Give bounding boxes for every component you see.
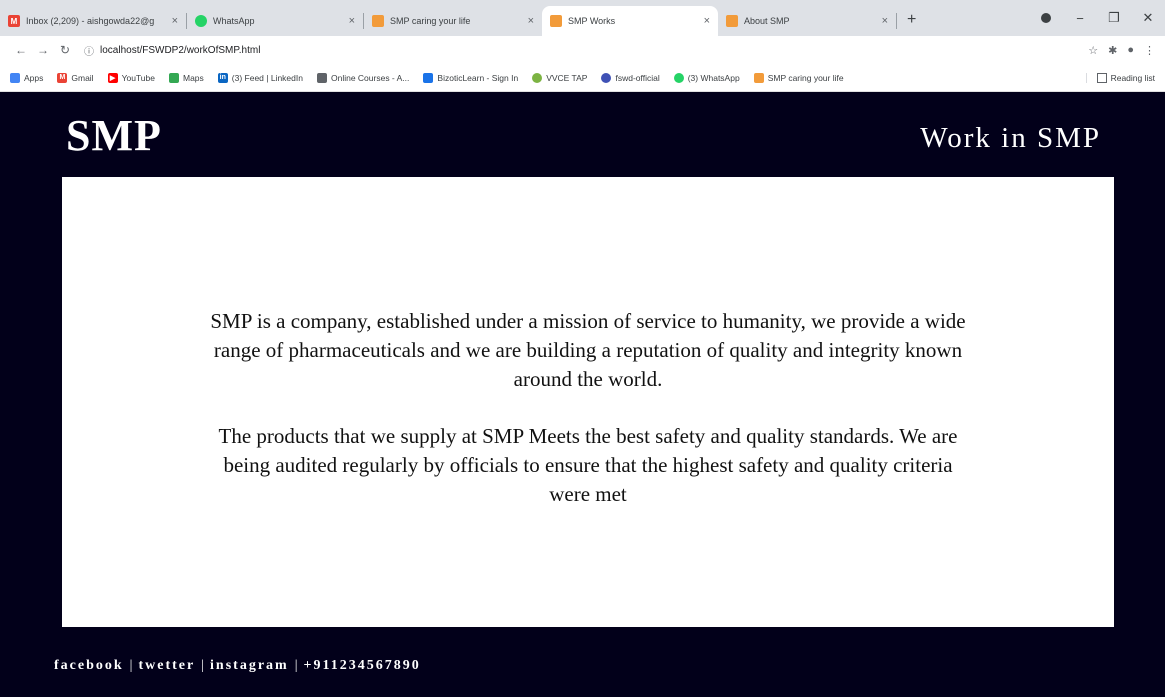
whatsapp-icon <box>195 15 207 27</box>
bookmark-whatsapp[interactable]: (3) WhatsApp <box>673 72 740 83</box>
smp-icon <box>726 15 738 27</box>
smp-works-page: SMP Work in SMP SMP is a company, establ… <box>0 92 1165 697</box>
profile-indicator-icon[interactable] <box>1029 11 1063 26</box>
close-icon[interactable]: × <box>349 15 355 27</box>
brand-logo[interactable]: SMP <box>66 110 162 161</box>
content-panel: SMP is a company, established under a mi… <box>62 177 1114 627</box>
bookmark-label: (3) WhatsApp <box>687 72 740 83</box>
url-text: localhost/FSWDP2/workOfSMP.html <box>100 44 261 56</box>
courses-icon <box>316 72 327 83</box>
forward-icon[interactable]: → <box>32 43 54 57</box>
bizotic-icon <box>423 72 434 83</box>
tab-title: SMP Works <box>568 16 616 26</box>
bookmark-label: Maps <box>182 72 204 83</box>
tab-about-smp[interactable]: About SMP × <box>718 6 896 36</box>
address-bar[interactable]: ⓘ localhost/FSWDP2/workOfSMP.html <box>84 39 1076 61</box>
linkedin-icon: in <box>217 72 228 83</box>
tab-title: SMP caring your life <box>390 16 471 26</box>
gmail-icon: M <box>8 15 20 27</box>
youtube-icon: ▶ <box>107 72 118 83</box>
bookmarks-bar: Apps M Gmail ▶ YouTube Maps in (3) Feed … <box>0 64 1165 92</box>
close-icon[interactable]: × <box>172 15 178 27</box>
bookmark-linkedin[interactable]: in (3) Feed | LinkedIn <box>217 72 303 83</box>
tab-gmail[interactable]: M Inbox (2,209) - aishgowda22@g × <box>0 6 186 36</box>
bookmark-label: Apps <box>24 72 44 83</box>
footer-separator: | <box>294 658 298 673</box>
bookmark-star-icon[interactable]: ☆ <box>1088 44 1098 57</box>
bookmark-label: VVCE TAP <box>546 72 588 83</box>
bookmark-apps[interactable]: Apps <box>10 72 44 83</box>
tab-whatsapp[interactable]: WhatsApp × <box>187 6 363 36</box>
bookmark-label: SMP caring your life <box>767 72 844 83</box>
profile-icon[interactable]: ● <box>1127 44 1134 56</box>
instagram-link[interactable]: instagram <box>210 658 289 673</box>
phone-number: +911234567890 <box>303 658 421 673</box>
smp-icon <box>550 15 562 27</box>
new-tab-icon[interactable]: + <box>897 11 926 36</box>
maximize-icon[interactable]: ❐ <box>1097 10 1131 26</box>
info-icon[interactable]: ⓘ <box>84 43 94 58</box>
bookmark-label: Online Courses - A... <box>330 72 410 83</box>
back-icon[interactable]: ← <box>10 43 32 57</box>
bookmark-youtube[interactable]: ▶ YouTube <box>107 72 155 83</box>
tab-title: WhatsApp <box>213 16 255 26</box>
extensions-icon[interactable]: ✱ <box>1108 44 1117 57</box>
bookmark-online-courses[interactable]: Online Courses - A... <box>316 72 410 83</box>
footer-separator: | <box>201 658 205 673</box>
apps-grid-icon <box>10 72 20 83</box>
close-icon[interactable]: × <box>882 15 888 27</box>
window-close-icon[interactable]: ✕ <box>1131 10 1165 26</box>
tab-title: About SMP <box>744 16 790 26</box>
maps-icon <box>168 72 179 83</box>
whatsapp-icon <box>673 72 684 83</box>
bookmark-label: (3) Feed | LinkedIn <box>231 72 303 83</box>
reading-list-label: Reading list <box>1110 72 1155 83</box>
tab-title: Inbox (2,209) - aishgowda22@g <box>26 16 155 26</box>
footer-separator: | <box>129 658 133 673</box>
fswd-icon <box>601 72 612 83</box>
tab-smp-caring[interactable]: SMP caring your life × <box>364 6 542 36</box>
browser-tab-strip: M Inbox (2,209) - aishgowda22@g × WhatsA… <box>0 0 1165 36</box>
bookmark-maps[interactable]: Maps <box>168 72 204 83</box>
page-title: Work in SMP <box>920 122 1101 154</box>
toolbar-actions: ☆ ✱ ● ⋮ <box>1088 44 1155 57</box>
reading-list-icon <box>1096 72 1107 83</box>
footer-links: facebook | twetter | instagram | +911234567890 <box>54 658 421 674</box>
close-icon[interactable]: × <box>704 15 710 27</box>
bookmark-gmail[interactable]: M Gmail <box>57 72 94 83</box>
minimize-icon[interactable]: − <box>1063 11 1097 26</box>
reload-icon[interactable]: ↻ <box>54 43 76 57</box>
bookmark-label: BizoticLearn - Sign In <box>437 72 519 83</box>
twitter-link[interactable]: twetter <box>138 658 195 673</box>
vvce-icon <box>532 72 543 83</box>
bookmark-label: Gmail <box>71 72 94 83</box>
window-controls: − ❐ ✕ <box>1029 0 1165 36</box>
gmail-icon: M <box>57 72 68 83</box>
menu-icon[interactable]: ⋮ <box>1144 44 1155 57</box>
bookmark-smp-caring[interactable]: SMP caring your life <box>753 72 844 83</box>
company-description: SMP is a company, established under a mi… <box>210 309 966 391</box>
browser-toolbar: ← → ↻ ⓘ localhost/FSWDP2/workOfSMP.html … <box>0 36 1165 64</box>
bookmark-label: fswd-official <box>615 72 660 83</box>
bookmark-bizoticlearn[interactable]: BizoticLearn - Sign In <box>423 72 519 83</box>
bookmark-fswd-official[interactable]: fswd-official <box>601 72 660 83</box>
smp-icon <box>753 72 764 83</box>
smp-icon <box>372 15 384 27</box>
quality-statement: The products that we supply at SMP Meets… <box>218 424 958 506</box>
bookmark-vvce-tap[interactable]: VVCE TAP <box>532 72 588 83</box>
close-icon[interactable]: × <box>528 15 534 27</box>
reading-list-button[interactable]: Reading list <box>1085 72 1155 83</box>
facebook-link[interactable]: facebook <box>54 658 124 673</box>
bookmark-label: YouTube <box>121 72 155 83</box>
tab-smp-works[interactable]: SMP Works × <box>542 6 718 36</box>
